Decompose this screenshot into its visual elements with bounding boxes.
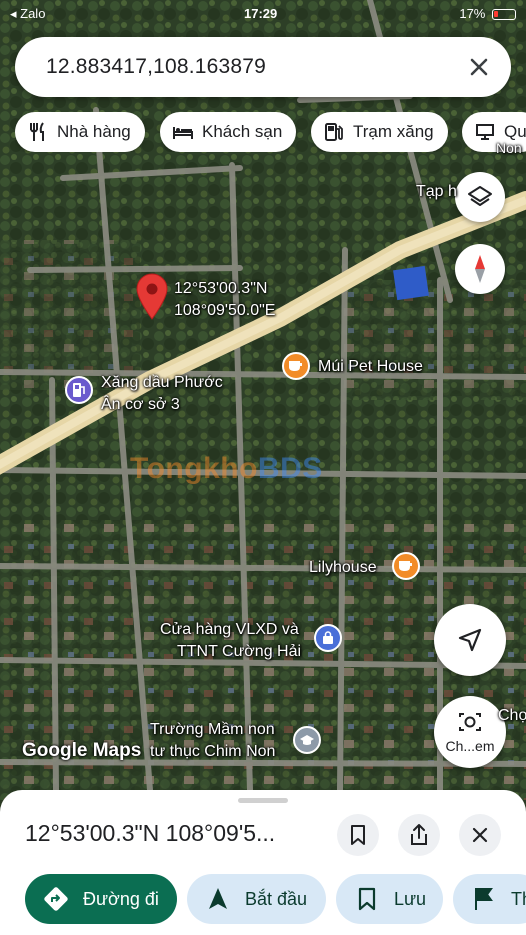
chip-label: Khách sạn [202, 122, 283, 141]
watermark: TongkhoBDS [130, 452, 323, 485]
poi-label-school-line1: Trường Mầm non [150, 721, 275, 738]
my-location-button[interactable] [434, 604, 506, 676]
layers-icon [468, 186, 492, 206]
poi-label-lilyhouse: Lilyhouse [309, 559, 377, 576]
hotel-icon [173, 127, 193, 139]
battery-icon [492, 9, 516, 21]
poi-marker-gas[interactable] [65, 376, 93, 404]
close-sheet-button[interactable] [459, 814, 501, 856]
bookmark-icon [351, 825, 365, 845]
save-place-button[interactable] [337, 814, 379, 856]
label-button-label: Th [511, 888, 526, 909]
poi-label-gas-line2: Ân cơ sở 3 [101, 396, 180, 413]
close-icon[interactable] [463, 51, 495, 83]
place-bottom-sheet[interactable]: 12°53'00.3"N 108°09'5... Đường đi Bắt đầ… [0, 790, 526, 935]
compass-button[interactable] [455, 244, 505, 294]
chip-label: Nhà hàng [57, 122, 131, 141]
status-bar: ◂ Zalo 17:29 17% [0, 0, 526, 26]
store-icon [476, 124, 494, 140]
navigation-arrow-icon [458, 628, 482, 652]
status-time: 17:29 [244, 6, 278, 21]
location-pin-icon[interactable] [134, 272, 170, 320]
pin-longitude-label: 108°09'50.0"E [174, 302, 276, 319]
school-icon [300, 735, 314, 745]
directions-label: Đường đi [83, 888, 159, 909]
poi-label-non: Non [496, 140, 522, 156]
poi-marker-hardware-store[interactable] [314, 624, 342, 652]
save-button[interactable]: Lưu [336, 874, 443, 924]
layers-button[interactable] [455, 172, 505, 222]
save-label: Lưu [394, 888, 427, 909]
cafe-icon [399, 561, 412, 571]
gas-pump-icon [73, 383, 85, 397]
place-title: 12°53'00.3"N 108°09'5... [25, 820, 276, 846]
gas-station-icon [325, 123, 343, 141]
compass-icon [475, 255, 485, 283]
close-icon [472, 827, 488, 843]
share-icon [411, 824, 427, 845]
camera-button-label: Ch...em [445, 738, 495, 754]
poi-label-gas-line1: Xăng dầu Phước [101, 374, 223, 391]
poi-label-tap-hoa: Tạp h [416, 183, 457, 200]
navigation-start-icon [209, 888, 227, 909]
flag-icon [475, 888, 493, 910]
share-button[interactable] [398, 814, 440, 856]
pin-latitude-label: 12°53'00.3"N [174, 280, 268, 297]
poi-label-mui-pet: Múi Pet House [318, 358, 423, 375]
poi-marker-lilyhouse[interactable] [392, 552, 420, 580]
poi-marker-mui-pet[interactable] [282, 352, 310, 380]
drag-handle[interactable] [238, 798, 288, 803]
map-canvas[interactable]: ◂ Zalo 17:29 17% 12.883417,108.163879 Nh… [0, 0, 526, 800]
chip-label: Trạm xăng [353, 122, 434, 141]
restaurant-icon [30, 122, 44, 141]
cafe-icon [289, 361, 302, 371]
search-bar[interactable]: 12.883417,108.163879 [15, 37, 511, 97]
poi-label-cho: Chợ [498, 707, 526, 724]
label-button[interactable]: Th [453, 874, 526, 924]
poi-label-school-line2: tư thục Chim Non [150, 743, 276, 760]
category-chips: Nhà hàng Khách sạn Trạm xăng Qu [15, 112, 526, 152]
directions-icon [44, 887, 68, 911]
camera-search-icon [459, 713, 481, 731]
back-to-app-label[interactable]: ◂ Zalo [10, 6, 45, 22]
battery-percent: 17% [459, 6, 486, 21]
search-this-area-button[interactable]: Ch...em [434, 696, 506, 768]
chip-restaurants[interactable]: Nhà hàng [15, 112, 145, 152]
chip-hotels[interactable]: Khách sạn [160, 112, 297, 152]
poi-marker-school[interactable] [293, 726, 321, 754]
google-maps-logo: Google Maps [22, 740, 142, 761]
start-label: Bắt đầu [245, 888, 308, 909]
poi-label-hardware-line2: TTNT Cường Hải [177, 643, 302, 660]
shopping-bag-icon [323, 631, 333, 644]
chip-gas-stations[interactable]: Trạm xăng [311, 112, 448, 152]
status-right: 17% [459, 6, 516, 21]
directions-button[interactable]: Đường đi [25, 874, 177, 924]
search-query[interactable]: 12.883417,108.163879 [46, 55, 266, 79]
poi-label-hardware-line1: Cửa hàng VLXD và [160, 621, 299, 638]
bookmark-icon [358, 887, 376, 911]
start-button[interactable]: Bắt đầu [187, 874, 326, 924]
